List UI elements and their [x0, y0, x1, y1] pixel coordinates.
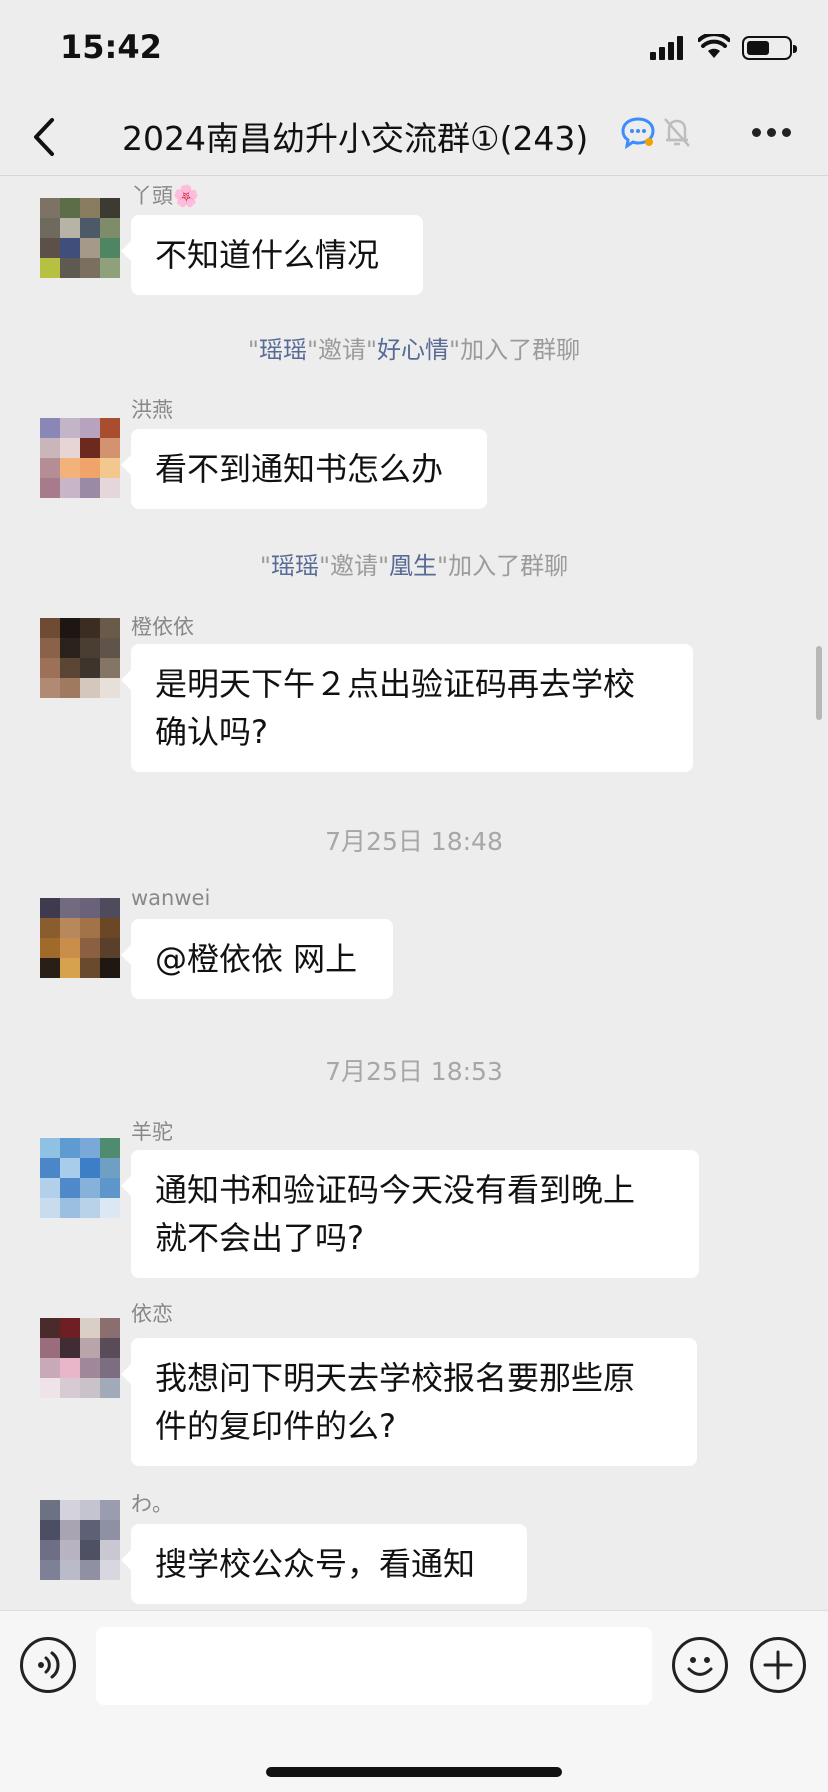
message-line: 通知书和验证码今天没有看到晚上: [155, 1171, 636, 1209]
input-bar: [0, 1610, 828, 1792]
system-notice: "瑶瑶"邀请"好心情"加入了群聊: [247, 336, 581, 364]
emoji-button[interactable]: [672, 1637, 728, 1693]
message-bubble[interactable]: 看不到通知书怎么办: [121, 429, 487, 509]
message-bubble[interactable]: 搜学校公众号，看通知: [121, 1524, 527, 1604]
more-icon[interactable]: [752, 128, 792, 138]
sender-name: 橙依依: [131, 615, 194, 639]
time-stamp: 7月25日 18:53: [325, 1057, 503, 1086]
signal-icon: [650, 36, 686, 60]
avatar[interactable]: [40, 1500, 120, 1580]
message-bubble[interactable]: 通知书和验证码今天没有看到晚上 就不会出了吗?: [121, 1150, 699, 1278]
emoji-icon: [687, 1657, 713, 1676]
scroll-indicator[interactable]: [816, 646, 822, 720]
chevron-left-icon[interactable]: [30, 114, 60, 160]
message-line: 确认吗?: [155, 713, 268, 751]
voice-icon: [38, 1651, 60, 1679]
chat-bubble-icon[interactable]: [620, 116, 656, 150]
message-input[interactable]: [96, 1627, 652, 1705]
sender-name: 丫頭🌸: [131, 184, 200, 208]
avatar[interactable]: [40, 418, 120, 498]
bell-slash-icon: [664, 118, 690, 147]
message-bubble[interactable]: 是明天下午２点出验证码再去学校 确认吗?: [121, 644, 693, 772]
chat-title: 2024南昌幼升小交流群①(243): [122, 119, 589, 158]
message-bubble[interactable]: @橙依依 网上: [121, 919, 393, 999]
avatar[interactable]: [40, 1318, 120, 1398]
battery-icon: [742, 36, 797, 60]
home-indicator: [266, 1767, 562, 1777]
invitee-name[interactable]: 凰生: [389, 552, 437, 580]
invitee-name[interactable]: 好心情: [377, 336, 449, 364]
status-time: 15:42: [60, 28, 162, 66]
nav-bar: 2024南昌幼升小交流群①(243): [0, 100, 828, 176]
wifi-icon: [698, 34, 730, 58]
message-line: 我想问下明天去学校报名要那些原: [155, 1359, 636, 1397]
sender-name: 依恋: [131, 1302, 173, 1326]
message-line: 是明天下午２点出验证码再去学校: [155, 665, 636, 703]
avatar[interactable]: [40, 618, 120, 698]
time-stamp: 7月25日 18:48: [325, 827, 503, 856]
sender-name: 羊驼: [131, 1120, 173, 1144]
inviter-name[interactable]: 瑶瑶: [259, 336, 307, 364]
sender-name: わ。: [131, 1492, 173, 1516]
voice-button[interactable]: [20, 1637, 76, 1693]
system-notice: "瑶瑶"邀请"凰生"加入了群聊: [259, 552, 569, 580]
message-line: 就不会出了吗?: [155, 1219, 364, 1257]
message-line: 件的复印件的么?: [155, 1407, 396, 1445]
status-bar: 15:42: [0, 0, 828, 100]
message-bubble[interactable]: 我想问下明天去学校报名要那些原 件的复印件的么?: [121, 1338, 697, 1466]
sender-name: 洪燕: [131, 398, 173, 422]
sender-name: wanwei: [131, 886, 211, 910]
avatar[interactable]: [40, 1138, 120, 1218]
plus-icon: [763, 1650, 793, 1680]
avatar[interactable]: [40, 898, 120, 978]
plus-button[interactable]: [750, 1637, 806, 1693]
inviter-name[interactable]: 瑶瑶: [271, 552, 319, 580]
avatar[interactable]: [40, 198, 120, 278]
message-bubble[interactable]: 不知道什么情况: [121, 215, 423, 295]
